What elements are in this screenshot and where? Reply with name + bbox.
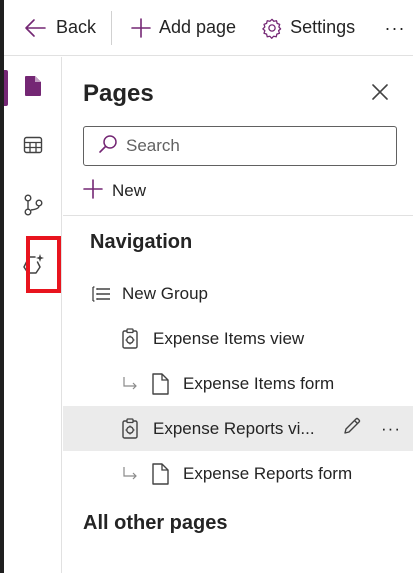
view-icon <box>121 417 139 440</box>
pages-panel: Pages New Navigation New Group Expense I… <box>63 57 413 573</box>
search-input[interactable] <box>126 136 386 156</box>
close-panel-button[interactable] <box>365 79 395 109</box>
panel-title: Pages <box>83 80 154 107</box>
new-button[interactable]: New <box>83 177 146 205</box>
all-other-pages-heading: All other pages <box>83 512 228 534</box>
table-icon <box>23 135 43 160</box>
row-more-button[interactable]: ··· <box>378 417 404 441</box>
left-rail <box>4 57 62 573</box>
settings-button[interactable]: Settings <box>236 0 355 56</box>
flow-icon <box>23 194 43 221</box>
new-label: New <box>112 181 147 200</box>
page-icon <box>24 75 42 102</box>
child-connector-icon <box>121 466 139 482</box>
tree-item-expense-reports-form[interactable]: Expense Reports form <box>63 451 413 496</box>
tree-item-label: Expense Items form <box>183 373 335 393</box>
navigation-heading: Navigation <box>90 231 193 253</box>
tree-item-label: Expense Reports form <box>183 463 353 483</box>
more-options-button[interactable]: ··· <box>383 0 407 56</box>
settings-label: Settings <box>290 17 356 37</box>
form-icon <box>151 372 169 395</box>
rail-item-flows[interactable] <box>4 181 62 233</box>
tree-item-label: Expense Items view <box>153 328 305 348</box>
top-toolbar: Back Add page Settings ··· <box>4 0 413 56</box>
tree-item-new-group[interactable]: New Group <box>63 271 413 316</box>
plus-icon <box>83 178 103 204</box>
rail-item-tables[interactable] <box>4 121 62 173</box>
child-connector-icon <box>121 376 139 392</box>
search-icon <box>98 134 118 159</box>
copilot-sparkle-icon <box>21 253 45 280</box>
view-icon <box>121 327 139 350</box>
pencil-icon <box>342 416 362 441</box>
rail-item-copilot[interactable] <box>4 240 62 292</box>
group-list-icon <box>91 285 111 303</box>
rail-item-pages[interactable] <box>4 62 62 114</box>
tree-item-expense-items-view[interactable]: Expense Items view <box>63 316 413 361</box>
add-page-button[interactable]: Add page <box>112 0 236 56</box>
add-page-label: Add page <box>159 17 237 37</box>
close-icon <box>371 83 389 106</box>
row-actions: ··· <box>340 406 404 451</box>
tree-item-expense-reports-view[interactable]: Expense Reports vi... ··· <box>63 406 413 451</box>
tree-item-label: Expense Reports vi... <box>153 418 315 438</box>
form-icon <box>151 462 169 485</box>
search-box[interactable] <box>83 126 397 166</box>
panel-divider <box>63 215 413 216</box>
edit-button[interactable] <box>340 417 364 441</box>
tree-item-expense-items-form[interactable]: Expense Items form <box>63 361 413 406</box>
back-label: Back <box>56 17 97 37</box>
back-button[interactable]: Back <box>4 0 109 56</box>
gear-icon <box>261 17 283 39</box>
arrow-left-icon <box>24 18 46 38</box>
plus-icon <box>131 17 151 38</box>
tree-item-label: New Group <box>122 283 208 303</box>
